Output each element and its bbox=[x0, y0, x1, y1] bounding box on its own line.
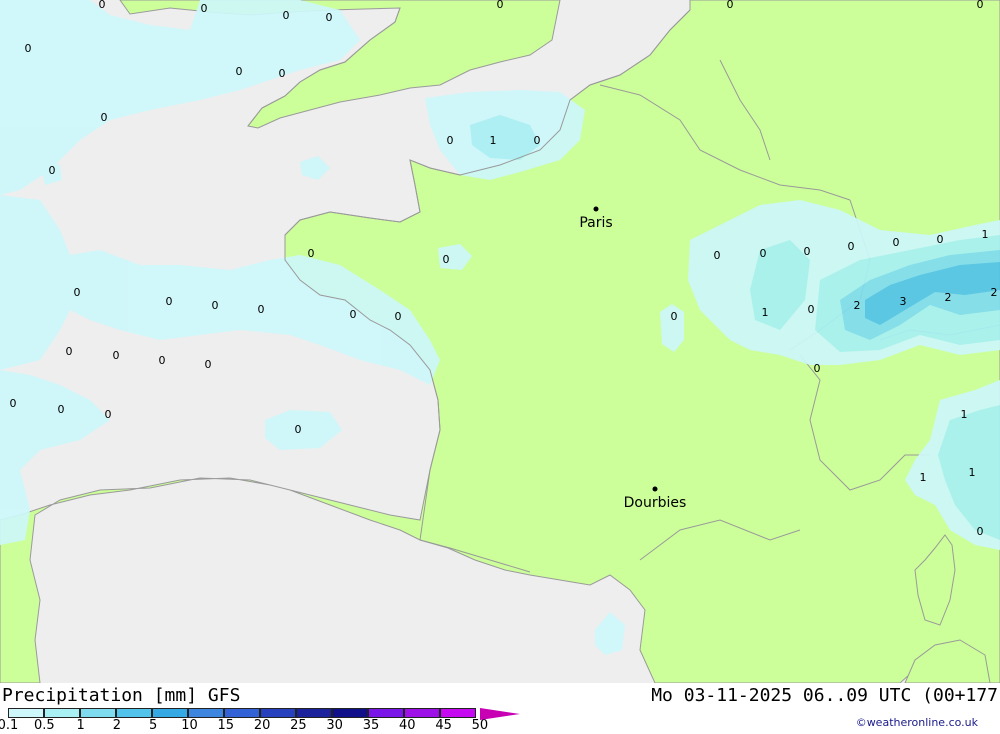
value-label: 1 bbox=[920, 471, 927, 484]
value-label: 1 bbox=[490, 134, 497, 147]
value-label: 0 bbox=[804, 245, 811, 258]
value-label: 0 bbox=[937, 233, 944, 246]
value-label: 0 bbox=[727, 0, 734, 11]
city-dot-paris bbox=[593, 206, 599, 212]
value-label: 0 bbox=[58, 403, 65, 416]
value-label: 0 bbox=[212, 299, 219, 312]
value-label: 0 bbox=[66, 345, 73, 358]
city-dot-dourbies bbox=[652, 486, 658, 492]
value-label: 0 bbox=[113, 349, 120, 362]
value-label: 0 bbox=[25, 42, 32, 55]
valid-time: Mo 03-11-2025 06..09 UTC (00+177 bbox=[651, 685, 998, 706]
legend-tick-label: 0.1 bbox=[0, 718, 19, 733]
value-label: 2 bbox=[991, 286, 998, 299]
legend-tick-label: 25 bbox=[290, 718, 307, 733]
value-label: 0 bbox=[99, 0, 106, 11]
legend-tick-label: 30 bbox=[326, 718, 343, 733]
legend-swatch bbox=[224, 708, 260, 718]
legend-tick-label: 0.5 bbox=[33, 718, 55, 733]
value-label: 1 bbox=[969, 466, 976, 479]
legend-ticks: 0.1 0.5 1 2 5 10 15 20 25 30 35 40 45 50 bbox=[0, 718, 540, 734]
value-label: 0 bbox=[443, 253, 450, 266]
map-footer: Precipitation [mm] GFS Mo 03-11-2025 06.… bbox=[0, 683, 1000, 733]
legend-swatch bbox=[296, 708, 332, 718]
value-label: 0 bbox=[395, 310, 402, 323]
value-label: 0 bbox=[49, 164, 56, 177]
legend-swatch bbox=[44, 708, 80, 718]
value-label: 0 bbox=[159, 354, 166, 367]
value-label: 0 bbox=[205, 358, 212, 371]
value-label: 0 bbox=[201, 2, 208, 15]
legend-tick-label: 40 bbox=[399, 718, 416, 733]
value-label: 0 bbox=[326, 11, 333, 24]
legend-tick-label: 15 bbox=[217, 718, 235, 733]
legend-tick-label: 20 bbox=[253, 718, 271, 733]
legend-swatch bbox=[404, 708, 440, 718]
value-label: 0 bbox=[283, 9, 290, 22]
precip-legend bbox=[8, 708, 476, 718]
value-label: 0 bbox=[74, 286, 81, 299]
value-label: 1 bbox=[961, 408, 968, 421]
legend-tick-label: 35 bbox=[362, 718, 380, 733]
legend-swatch bbox=[188, 708, 224, 718]
credit-link[interactable]: ©weatheronline.co.uk bbox=[856, 716, 978, 729]
value-label: 0 bbox=[166, 295, 173, 308]
value-label: 2 bbox=[854, 299, 861, 312]
legend-swatch bbox=[260, 708, 296, 718]
legend-swatch bbox=[8, 708, 44, 718]
legend-swatch bbox=[332, 708, 368, 718]
value-label: 0 bbox=[101, 111, 108, 124]
legend-tick-label: 50 bbox=[471, 718, 489, 733]
legend-swatch bbox=[440, 708, 476, 718]
value-label: 0 bbox=[497, 0, 504, 11]
value-label: 1 bbox=[762, 306, 769, 319]
value-label: 0 bbox=[848, 240, 855, 253]
value-label: 0 bbox=[534, 134, 541, 147]
map-title: Precipitation [mm] GFS bbox=[2, 685, 241, 706]
value-label: 0 bbox=[105, 408, 112, 421]
legend-swatch bbox=[116, 708, 152, 718]
legend-tick-label: 2 bbox=[112, 718, 122, 733]
value-label: 2 bbox=[945, 291, 952, 304]
value-label: 0 bbox=[308, 247, 315, 260]
value-label: 3 bbox=[900, 295, 907, 308]
value-label: 0 bbox=[447, 134, 454, 147]
value-label: 0 bbox=[714, 249, 721, 262]
value-label: 0 bbox=[295, 423, 302, 436]
precipitation-map[interactable]: Paris Dourbies 0 0 0 0 0 0 0 0 0 0 1 0 0… bbox=[0, 0, 1000, 683]
value-label: 0 bbox=[671, 310, 678, 323]
legend-swatch bbox=[368, 708, 404, 718]
value-label: 0 bbox=[977, 525, 984, 538]
value-label: 0 bbox=[977, 0, 984, 11]
legend-swatch bbox=[80, 708, 116, 718]
value-label: 0 bbox=[10, 397, 17, 410]
legend-tick-label: 5 bbox=[149, 718, 158, 733]
value-label: 0 bbox=[236, 65, 243, 78]
legend-tick-label: 45 bbox=[435, 718, 452, 733]
legend-swatch bbox=[152, 708, 188, 718]
legend-arrow-icon bbox=[480, 708, 520, 720]
city-label-paris: Paris bbox=[579, 215, 612, 231]
value-label: 0 bbox=[350, 308, 357, 321]
city-label-dourbies: Dourbies bbox=[624, 495, 687, 511]
value-label: 0 bbox=[760, 247, 767, 260]
value-label: 0 bbox=[258, 303, 265, 316]
value-label: 0 bbox=[279, 67, 286, 80]
value-label: 0 bbox=[814, 362, 821, 375]
value-label: 1 bbox=[982, 228, 989, 241]
legend-tick-label: 1 bbox=[76, 718, 85, 733]
value-label: 0 bbox=[808, 303, 815, 316]
value-label: 0 bbox=[893, 236, 900, 249]
legend-tick-label: 10 bbox=[181, 718, 198, 733]
